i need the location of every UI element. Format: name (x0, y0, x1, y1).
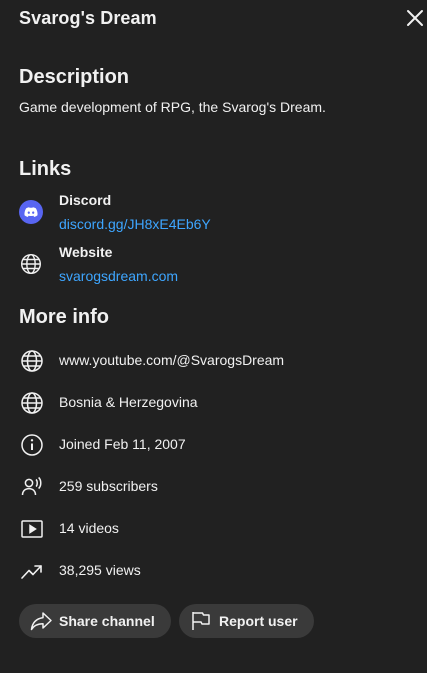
trending-icon (19, 558, 45, 584)
description-text: Game development of RPG, the Svarog's Dr… (19, 99, 326, 115)
views-count-text: 38,295 views (59, 562, 141, 578)
share-channel-label: Share channel (59, 613, 155, 629)
discord-icon (19, 200, 43, 224)
country-text: Bosnia & Herzegovina (59, 394, 198, 410)
globe-icon (19, 252, 43, 276)
links-heading: Links (19, 158, 72, 180)
info-row-subscribers: 259 subscribers (19, 472, 409, 500)
video-icon (19, 516, 45, 542)
description-heading: Description (19, 66, 130, 88)
close-icon (405, 8, 425, 28)
about-channel-dialog: Svarog's Dream Description Game developm… (0, 0, 427, 673)
info-icon (19, 432, 45, 458)
link-label: Discord (59, 192, 112, 208)
videos-count-text: 14 videos (59, 520, 119, 536)
close-button[interactable] (403, 6, 427, 30)
info-row-videos: 14 videos (19, 514, 409, 542)
joined-date-text: Joined Feb 11, 2007 (59, 436, 186, 452)
globe-icon (19, 390, 45, 416)
website-link[interactable]: svarogsdream.com (59, 268, 178, 284)
subscribers-icon (19, 474, 45, 500)
link-discord: Discord discord.gg/JH8xE4Eb6Y (19, 192, 399, 236)
link-label: Website (59, 244, 113, 260)
info-row-country: Bosnia & Herzegovina (19, 388, 409, 416)
share-channel-button[interactable]: Share channel (19, 604, 171, 638)
discord-link[interactable]: discord.gg/JH8xE4Eb6Y (59, 216, 211, 232)
info-row-joined: Joined Feb 11, 2007 (19, 430, 409, 458)
flag-icon (189, 609, 213, 633)
report-user-button[interactable]: Report user (179, 604, 314, 638)
info-row-views: 38,295 views (19, 556, 409, 584)
channel-url-text[interactable]: www.youtube.com/@SvarogsDream (59, 352, 284, 368)
subscribers-text: 259 subscribers (59, 478, 158, 494)
globe-icon (19, 348, 45, 374)
more-info-heading: More info (19, 306, 109, 328)
info-row-channel-url: www.youtube.com/@SvarogsDream (19, 346, 409, 374)
link-website: Website svarogsdream.com (19, 244, 399, 288)
dialog-title: Svarog's Dream (19, 8, 157, 28)
report-user-label: Report user (219, 613, 298, 629)
share-icon (29, 609, 53, 633)
